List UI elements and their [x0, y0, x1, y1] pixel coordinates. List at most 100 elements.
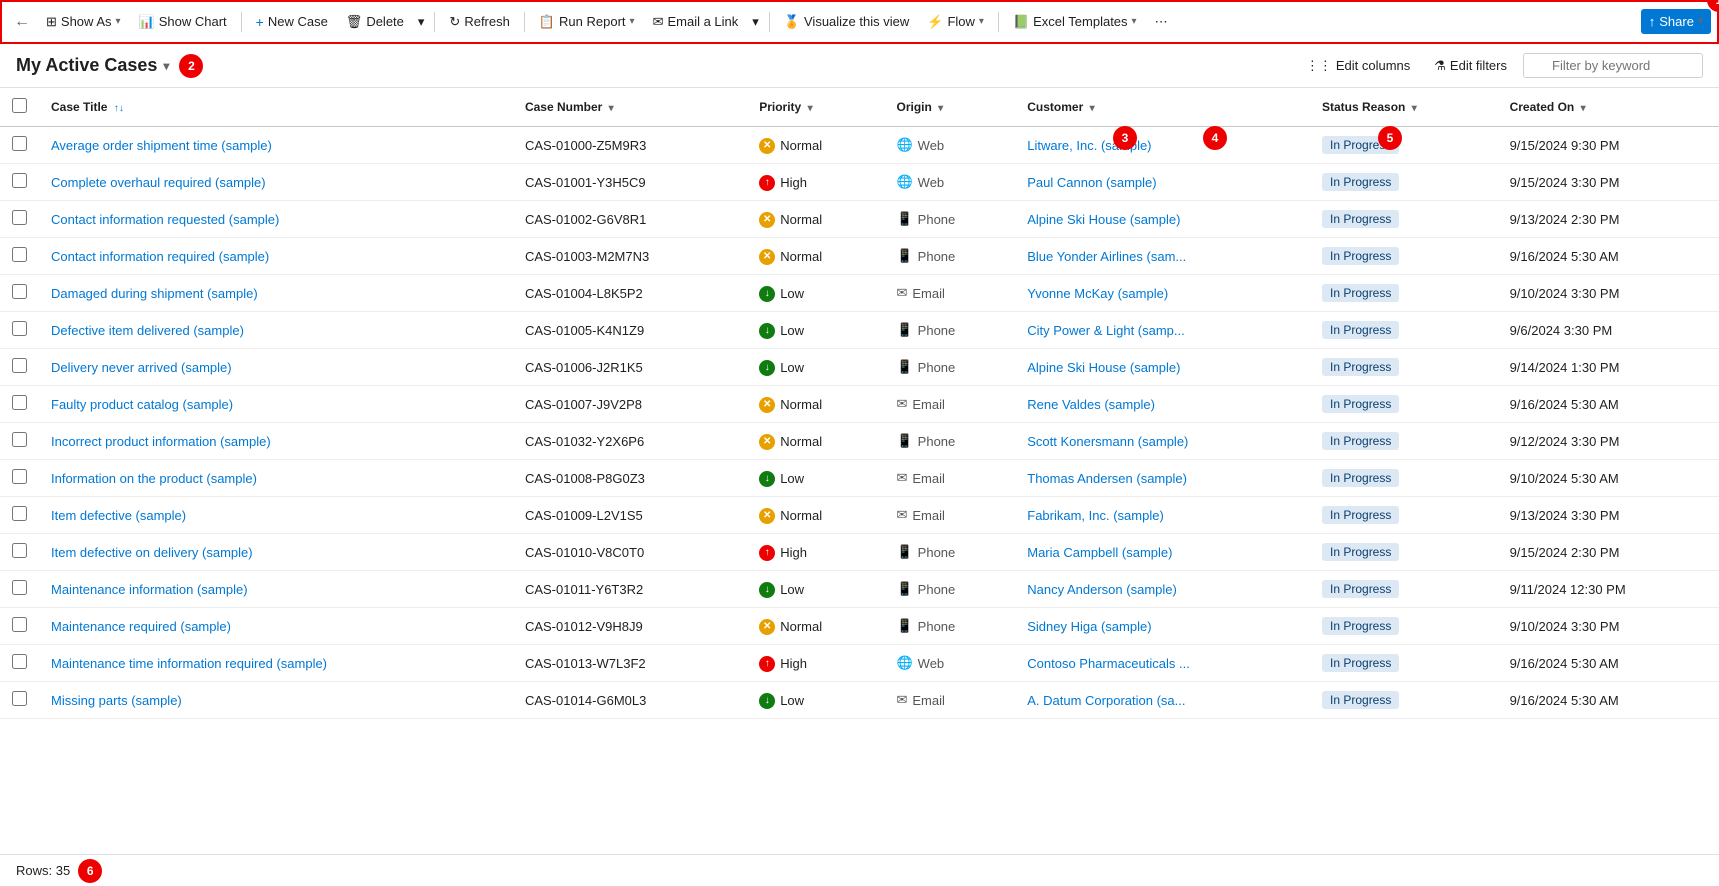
customer-link-13[interactable]: Sidney Higa (sample): [1027, 619, 1151, 634]
priority-badge-3: ✕ Normal: [759, 249, 822, 265]
edit-filters-button[interactable]: ⚗ Edit filters: [1426, 53, 1515, 79]
delete-caret-button[interactable]: ▾: [414, 9, 429, 35]
col-created-on[interactable]: Created On ▾: [1498, 88, 1719, 127]
customer-link-5[interactable]: City Power & Light (samp...: [1027, 323, 1185, 338]
customer-link-6[interactable]: Alpine Ski House (sample): [1027, 360, 1180, 375]
case-title-link-9[interactable]: Information on the product (sample): [51, 471, 257, 486]
priority-icon-12: ↓: [759, 582, 775, 598]
origin-cell-5: 📱 Phone: [896, 322, 955, 338]
divider-4: [769, 12, 770, 32]
delete-label: Delete: [366, 14, 404, 29]
origin-icon-7: ✉: [896, 396, 907, 412]
back-button[interactable]: ←: [8, 8, 36, 36]
customer-link-2[interactable]: Alpine Ski House (sample): [1027, 212, 1180, 227]
row-checkbox-8[interactable]: [12, 432, 27, 447]
flow-button[interactable]: ⚡ Flow ▾: [919, 9, 992, 35]
col-case-number[interactable]: Case Number ▾: [513, 88, 747, 127]
row-checkbox-1[interactable]: [12, 173, 27, 188]
delete-button[interactable]: 🗑 Delete: [338, 9, 412, 35]
show-chart-button[interactable]: 📊 Show Chart: [131, 9, 235, 35]
customer-link-1[interactable]: Paul Cannon (sample): [1027, 175, 1156, 190]
customer-link-10[interactable]: Fabrikam, Inc. (sample): [1027, 508, 1164, 523]
case-title-link-0[interactable]: Average order shipment time (sample): [51, 138, 272, 153]
case-title-link-15[interactable]: Missing parts (sample): [51, 693, 182, 708]
row-checkbox-11[interactable]: [12, 543, 27, 558]
refresh-button[interactable]: ↻ Refresh: [441, 9, 517, 35]
row-checkbox-9[interactable]: [12, 469, 27, 484]
customer-link-14[interactable]: Contoso Pharmaceuticals ...: [1027, 656, 1190, 671]
row-checkbox-7[interactable]: [12, 395, 27, 410]
filter-input[interactable]: [1523, 53, 1703, 78]
new-case-button[interactable]: + New Case: [248, 9, 336, 35]
edit-columns-button[interactable]: ⋮⋮ Edit columns: [1298, 53, 1418, 79]
select-all-header[interactable]: [0, 88, 39, 127]
excel-templates-button[interactable]: 📗 Excel Templates ▾: [1005, 9, 1145, 35]
row-checkbox-15[interactable]: [12, 691, 27, 706]
row-status-reason: In Progress: [1310, 645, 1498, 682]
case-title-link-12[interactable]: Maintenance information (sample): [51, 582, 248, 597]
row-checkbox-3[interactable]: [12, 247, 27, 262]
row-checkbox-10[interactable]: [12, 506, 27, 521]
customer-link-15[interactable]: A. Datum Corporation (sa...: [1027, 693, 1185, 708]
col-origin[interactable]: Origin ▾: [884, 88, 1015, 127]
row-checkbox-2[interactable]: [12, 210, 27, 225]
row-checkbox-14[interactable]: [12, 654, 27, 669]
case-title-link-5[interactable]: Defective item delivered (sample): [51, 323, 244, 338]
row-priority: ✕ Normal: [747, 201, 884, 238]
row-created-on: 9/14/2024 1:30 PM: [1498, 349, 1719, 386]
row-checkbox-6[interactable]: [12, 358, 27, 373]
case-title-link-7[interactable]: Faulty product catalog (sample): [51, 397, 233, 412]
case-title-link-4[interactable]: Damaged during shipment (sample): [51, 286, 258, 301]
case-title-link-11[interactable]: Item defective on delivery (sample): [51, 545, 253, 560]
row-checkbox-13[interactable]: [12, 617, 27, 632]
show-as-button[interactable]: ⊞ Show As ▾: [38, 9, 129, 35]
col-status-reason[interactable]: Status Reason ▾: [1310, 88, 1498, 127]
email-dropdown-icon: ▾: [752, 14, 759, 30]
customer-link-3[interactable]: Blue Yonder Airlines (sam...: [1027, 249, 1186, 264]
row-checkbox-5[interactable]: [12, 321, 27, 336]
case-title-link-14[interactable]: Maintenance time information required (s…: [51, 656, 327, 671]
email-link-caret-button[interactable]: ▾: [748, 9, 763, 35]
row-checkbox-4[interactable]: [12, 284, 27, 299]
col-customer[interactable]: Customer ▾: [1015, 88, 1310, 127]
case-title-link-3[interactable]: Contact information required (sample): [51, 249, 269, 264]
row-priority: ↓ Low: [747, 682, 884, 719]
case-title-link-6[interactable]: Delivery never arrived (sample): [51, 360, 232, 375]
case-title-link-10[interactable]: Item defective (sample): [51, 508, 186, 523]
row-status-reason: In Progress: [1310, 423, 1498, 460]
footer: Rows: 35 6: [0, 854, 1719, 886]
email-link-button[interactable]: ✉ Email a Link: [645, 9, 747, 35]
priority-badge-9: ↓ Low: [759, 471, 804, 487]
customer-link-0[interactable]: Litware, Inc. (sample): [1027, 138, 1151, 153]
customer-link-8[interactable]: Scott Konersmann (sample): [1027, 434, 1188, 449]
more-button[interactable]: ⋯: [1147, 9, 1176, 35]
visualize-button[interactable]: 🏅 Visualize this view: [776, 9, 917, 35]
customer-link-4[interactable]: Yvonne McKay (sample): [1027, 286, 1168, 301]
case-title-link-8[interactable]: Incorrect product information (sample): [51, 434, 271, 449]
customer-link-11[interactable]: Maria Campbell (sample): [1027, 545, 1172, 560]
divider-2: [434, 12, 435, 32]
case-title-link-2[interactable]: Contact information requested (sample): [51, 212, 279, 227]
show-chart-label: Show Chart: [159, 14, 227, 29]
customer-link-12[interactable]: Nancy Anderson (sample): [1027, 582, 1177, 597]
email-icon: ✉: [653, 14, 664, 30]
share-button[interactable]: ↑ Share ▾: [1641, 9, 1711, 34]
status-badge-15: In Progress: [1322, 691, 1399, 709]
status-badge-12: In Progress: [1322, 580, 1399, 598]
customer-link-7[interactable]: Rene Valdes (sample): [1027, 397, 1155, 412]
select-all-checkbox[interactable]: [12, 98, 27, 113]
run-report-button[interactable]: 📋 Run Report ▾: [531, 9, 643, 35]
origin-icon-6: 📱: [896, 359, 912, 375]
row-checkbox-12[interactable]: [12, 580, 27, 595]
row-checkbox-0[interactable]: [12, 136, 27, 151]
case-title-link-1[interactable]: Complete overhaul required (sample): [51, 175, 266, 190]
row-case-number: CAS-01012-V9H8J9: [513, 608, 747, 645]
col-priority[interactable]: Priority ▾: [747, 88, 884, 127]
view-title-caret[interactable]: ▾: [163, 59, 169, 73]
customer-link-9[interactable]: Thomas Andersen (sample): [1027, 471, 1187, 486]
col-case-title[interactable]: Case Title ↑↓: [39, 88, 513, 127]
case-title-link-13[interactable]: Maintenance required (sample): [51, 619, 231, 634]
row-origin: ✉ Email: [884, 275, 1015, 312]
row-created-on: 9/16/2024 5:30 AM: [1498, 238, 1719, 275]
row-origin: 📱 Phone: [884, 349, 1015, 386]
